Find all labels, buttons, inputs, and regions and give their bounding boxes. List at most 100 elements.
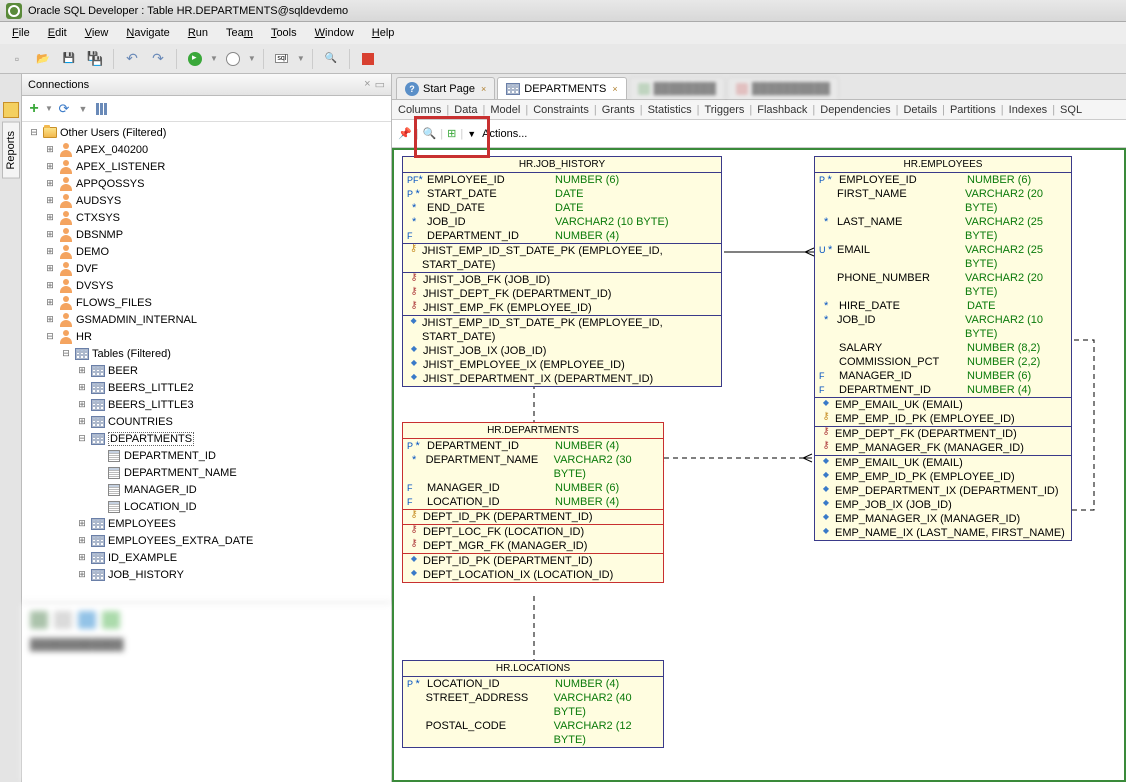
erd-constraint: DEPT_ID_PK (DEPARTMENT_ID)	[403, 554, 663, 568]
tree-table-id_example[interactable]: ⊞ID_EXAMPLE	[22, 549, 391, 566]
erd-column: P *EMPLOYEE_IDNUMBER (6)	[815, 173, 1071, 187]
tree-user-apex_040200[interactable]: ⊞APEX_040200	[22, 141, 391, 158]
tree-user-apex_listener[interactable]: ⊞APEX_LISTENER	[22, 158, 391, 175]
save-all-button[interactable]	[84, 48, 106, 70]
tree-user-flows_files[interactable]: ⊞FLOWS_FILES	[22, 294, 391, 311]
subtab-details[interactable]: Details	[899, 102, 941, 118]
tree-user-dvsys[interactable]: ⊞DVSYS	[22, 277, 391, 294]
tree-user-demo[interactable]: ⊞DEMO	[22, 243, 391, 260]
subtab-statistics[interactable]: Statistics	[644, 102, 696, 118]
menu-navigate[interactable]: Navigate	[118, 25, 177, 41]
erd-column: F DEPARTMENT_IDNUMBER (4)	[815, 383, 1071, 397]
subtab-model[interactable]: Model	[486, 102, 524, 118]
tree-table-job_history[interactable]: ⊞JOB_HISTORY	[22, 566, 391, 583]
tree-tables[interactable]: ⊟Tables (Filtered)	[22, 345, 391, 362]
tree-table-beer[interactable]: ⊞BEER	[22, 362, 391, 379]
tree-table-departments[interactable]: ⊟DEPARTMENTS	[22, 430, 391, 447]
subtab-partitions[interactable]: Partitions	[946, 102, 1000, 118]
actions-menu[interactable]: Actions...	[482, 128, 527, 140]
tree-button[interactable]	[94, 101, 110, 117]
connections-tree[interactable]: ⊟Other Users (Filtered)⊞APEX_040200⊞APEX…	[22, 122, 391, 602]
panel-minimize-icon[interactable]: ▭	[375, 78, 385, 91]
pin-icon[interactable]: 📌	[398, 127, 412, 140]
dropdown-icon[interactable]: ▼	[210, 54, 218, 63]
subtab-sql[interactable]: SQL	[1056, 102, 1086, 118]
subtab-triggers[interactable]: Triggers	[700, 102, 748, 118]
panel-close-icon[interactable]: ×	[364, 78, 370, 91]
dropdown-icon[interactable]: ▼	[248, 54, 256, 63]
tree-table-employees_extra_date[interactable]: ⊞EMPLOYEES_EXTRA_DATE	[22, 532, 391, 549]
tab-start-page[interactable]: ? Start Page ×	[396, 77, 495, 99]
reports-tab[interactable]: Reports	[2, 122, 20, 179]
undo-button[interactable]	[121, 48, 143, 70]
idx-icon	[407, 568, 421, 578]
menu-view[interactable]: View	[77, 25, 117, 41]
table-icon	[91, 552, 105, 564]
find-button[interactable]	[320, 48, 342, 70]
subtab-constraints[interactable]: Constraints	[529, 102, 593, 118]
tree-root[interactable]: ⊟Other Users (Filtered)	[22, 124, 391, 141]
menu-team[interactable]: Team	[218, 25, 261, 41]
tree-table-countries[interactable]: ⊞COUNTRIES	[22, 413, 391, 430]
zoom-icon[interactable]: 🔍	[423, 127, 437, 140]
tree-user-gsmadmin_internal[interactable]: ⊞GSMADMIN_INTERNAL	[22, 311, 391, 328]
back-button[interactable]	[184, 48, 206, 70]
user-icon	[58, 210, 74, 226]
stop-button[interactable]	[357, 48, 379, 70]
subtab-dependencies[interactable]: Dependencies	[816, 102, 894, 118]
menu-tools[interactable]: Tools	[263, 25, 305, 41]
erd-table[interactable]: HR.LOCATIONSP *LOCATION_IDNUMBER (4) STR…	[402, 660, 664, 748]
sql-button[interactable]	[271, 48, 293, 70]
forward-button[interactable]	[222, 48, 244, 70]
erd-table[interactable]: HR.EMPLOYEESP *EMPLOYEE_IDNUMBER (6) FIR…	[814, 156, 1072, 541]
dropdown-icon[interactable]: ▼	[297, 54, 305, 63]
tree-user-appqossys[interactable]: ⊞APPQOSSYS	[22, 175, 391, 192]
close-tab-icon[interactable]: ×	[612, 84, 617, 94]
subtab-flashback[interactable]: Flashback	[753, 102, 811, 118]
tree-column[interactable]: DEPARTMENT_ID	[22, 447, 391, 464]
tree-user-ctxsys[interactable]: ⊞CTXSYS	[22, 209, 391, 226]
refresh-button[interactable]	[56, 101, 72, 117]
menu-edit[interactable]: Edit	[40, 25, 75, 41]
erd-column: F DEPARTMENT_IDNUMBER (4)	[403, 229, 721, 243]
erd-diagram[interactable]: HR.JOB_HISTORYPF*EMPLOYEE_IDNUMBER (6)P …	[392, 148, 1126, 782]
tab-departments[interactable]: DEPARTMENTS ×	[497, 77, 626, 99]
key-icon	[819, 412, 833, 422]
tree-column[interactable]: LOCATION_ID	[22, 498, 391, 515]
tree-user-audsys[interactable]: ⊞AUDSYS	[22, 192, 391, 209]
tree-table-employees[interactable]: ⊞EMPLOYEES	[22, 515, 391, 532]
redo-button[interactable]	[147, 48, 169, 70]
erd-table[interactable]: HR.JOB_HISTORYPF*EMPLOYEE_IDNUMBER (6)P …	[402, 156, 722, 387]
erd-table-title: HR.DEPARTMENTS	[403, 423, 663, 439]
save-button[interactable]	[58, 48, 80, 70]
erd-column: F MANAGER_IDNUMBER (6)	[403, 481, 663, 495]
layout-icon[interactable]: ⊞	[447, 127, 456, 140]
tab-phantom[interactable]: ██████████	[727, 77, 839, 99]
tree-user-hr[interactable]: ⊟HR	[22, 328, 391, 345]
dropdown-icon[interactable]: ▼	[467, 129, 476, 139]
subtab-data[interactable]: Data	[450, 102, 481, 118]
filter-button[interactable]	[75, 101, 91, 117]
subtab-grants[interactable]: Grants	[598, 102, 639, 118]
subtab-columns[interactable]: Columns	[394, 102, 445, 118]
menu-file[interactable]: File	[4, 25, 38, 41]
subtab-indexes[interactable]: Indexes	[1005, 102, 1052, 118]
tree-user-dbsnmp[interactable]: ⊞DBSNMP	[22, 226, 391, 243]
tree-column[interactable]: DEPARTMENT_NAME	[22, 464, 391, 481]
tree-table-beers_little2[interactable]: ⊞BEERS_LITTLE2	[22, 379, 391, 396]
menu-help[interactable]: Help	[364, 25, 403, 41]
tab-phantom[interactable]: ████████	[629, 77, 725, 99]
open-button[interactable]	[32, 48, 54, 70]
dropdown-icon[interactable]: ▼	[45, 104, 53, 113]
erd-constraint: JHIST_EMP_ID_ST_DATE_PK (EMPLOYEE_ID, ST…	[403, 316, 721, 344]
erd-constraint: EMP_JOB_IX (JOB_ID)	[815, 498, 1071, 512]
new-button[interactable]	[6, 48, 28, 70]
new-connection-button[interactable]: +	[26, 101, 42, 117]
menu-run[interactable]: Run	[180, 25, 216, 41]
menu-window[interactable]: Window	[307, 25, 362, 41]
erd-table[interactable]: HR.DEPARTMENTSP *DEPARTMENT_IDNUMBER (4)…	[402, 422, 664, 583]
tree-user-dvf[interactable]: ⊞DVF	[22, 260, 391, 277]
tree-column[interactable]: MANAGER_ID	[22, 481, 391, 498]
close-tab-icon[interactable]: ×	[481, 84, 486, 94]
tree-table-beers_little3[interactable]: ⊞BEERS_LITTLE3	[22, 396, 391, 413]
